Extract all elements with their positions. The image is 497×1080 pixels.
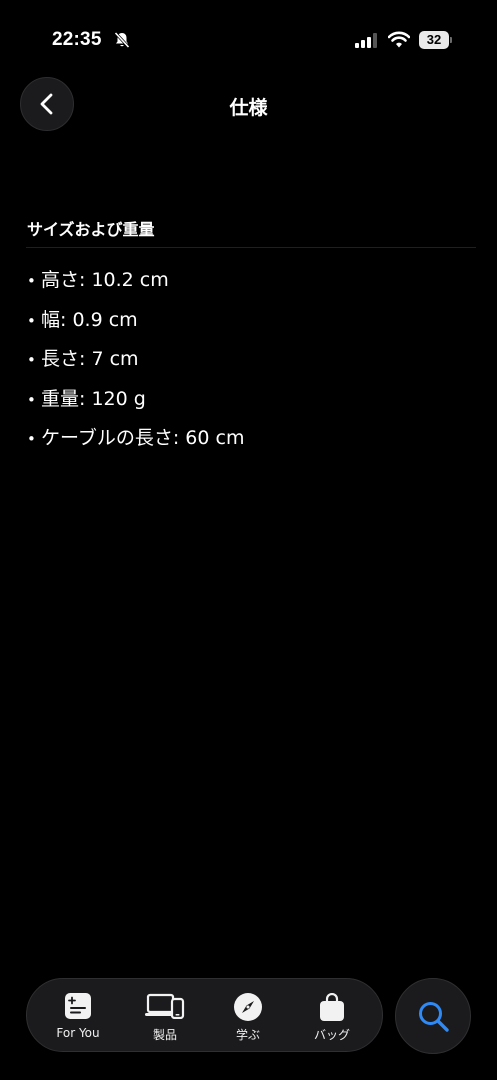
battery-tip bbox=[450, 37, 452, 43]
tab-label: 製品 bbox=[152, 1028, 177, 1042]
tab-products[interactable]: 製品 bbox=[124, 979, 206, 1053]
bullet: • bbox=[27, 430, 36, 448]
battery-icon: 32 bbox=[419, 31, 453, 49]
page-title: 仕様 bbox=[229, 97, 268, 119]
cellular-signal-icon bbox=[355, 33, 377, 48]
spec-text: ケーブルの長さ: 60 cm bbox=[41, 427, 245, 449]
bullet: • bbox=[27, 311, 36, 330]
status-bar: 22:35 32 bbox=[0, 0, 497, 70]
spec-text: 幅: 0.9 cm bbox=[41, 308, 138, 331]
status-time: 22:35 bbox=[52, 29, 102, 50]
spec-text: 重量: 120 g bbox=[41, 387, 146, 410]
devices-icon bbox=[145, 993, 185, 1019]
tab-bar: For You 製品 学ぶ バッグ bbox=[26, 978, 383, 1052]
bullet: • bbox=[27, 351, 36, 369]
spec-item-width: • 幅: 0.9 cm bbox=[27, 306, 244, 346]
spec-text: 長さ: 7 cm bbox=[41, 348, 139, 370]
tab-label: For You bbox=[56, 1026, 100, 1040]
spec-list: • 高さ: 10.2 cm • 幅: 0.9 cm • 長さ: 7 cm • 重量: 1… bbox=[27, 266, 244, 464]
spec-item-height: • 高さ: 10.2 cm bbox=[27, 266, 244, 306]
spec-item-length: • 長さ: 7 cm bbox=[27, 345, 244, 385]
search-icon bbox=[419, 1002, 449, 1032]
bell-slash-icon bbox=[114, 31, 130, 49]
spec-text: 高さ: 10.2 cm bbox=[41, 269, 169, 291]
wifi-icon bbox=[388, 31, 410, 48]
compass-icon bbox=[234, 993, 262, 1021]
spec-item-weight: • 重量: 120 g bbox=[27, 385, 244, 425]
search-button[interactable] bbox=[395, 978, 471, 1054]
spec-item-cable-length: • ケーブルの長さ: 60 cm bbox=[27, 424, 244, 464]
battery-level: 32 bbox=[419, 31, 449, 49]
for-you-icon bbox=[65, 993, 91, 1019]
bag-icon bbox=[320, 993, 344, 1021]
bullet: • bbox=[27, 390, 36, 409]
section-divider bbox=[26, 247, 476, 248]
tab-bag[interactable]: バッグ bbox=[291, 979, 373, 1053]
tab-label: 学ぶ bbox=[235, 1028, 260, 1042]
tab-label: バッグ bbox=[313, 1028, 350, 1042]
tab-for-you[interactable]: For You bbox=[37, 979, 119, 1053]
section-heading: サイズおよび重量 bbox=[27, 220, 155, 239]
bullet: • bbox=[27, 272, 36, 290]
tab-learn[interactable]: 学ぶ bbox=[207, 979, 289, 1053]
